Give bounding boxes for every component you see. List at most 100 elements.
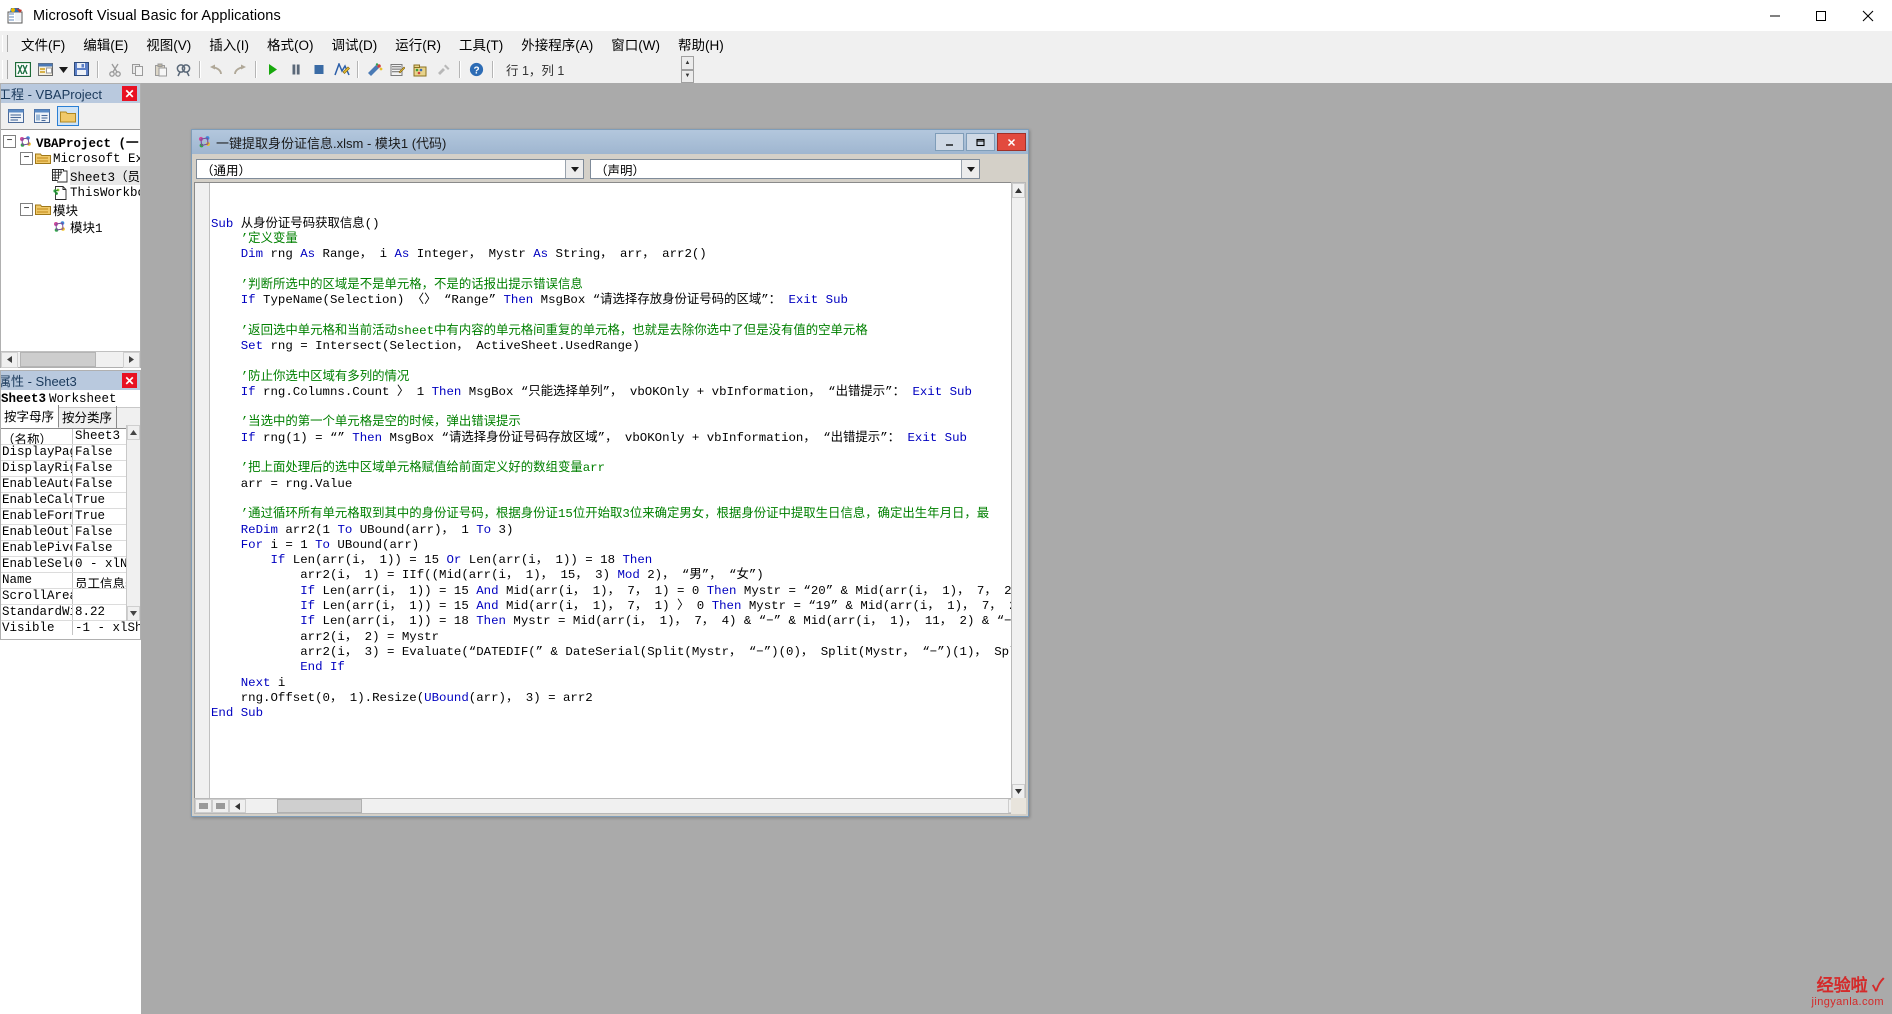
code-vertical-scrollbar[interactable] [1011,182,1026,800]
tree-item[interactable]: − Microsoft Exc [1,150,140,167]
paste-icon[interactable] [149,59,172,81]
save-icon[interactable] [70,59,93,81]
chevron-down-icon[interactable] [961,160,979,178]
property-row[interactable]: EnableCalcuTrue [1,493,140,509]
menu-format[interactable]: 格式(O) [258,32,323,56]
properties-vertical-scrollbar[interactable] [126,425,140,621]
menu-window[interactable]: 窗口(W) [602,32,669,56]
tab-alphabetic[interactable]: 按字母序 [1,405,60,428]
menubar-grip[interactable] [2,35,8,52]
cut-icon[interactable] [103,59,126,81]
code-minimize-button[interactable] [935,133,964,151]
tree-item[interactable]: − 模块 [1,201,140,219]
code-horizontal-scrollbar[interactable] [194,798,1026,814]
split-view-icon[interactable] [195,799,212,813]
scroll-down-arrow-icon[interactable] [1012,784,1025,799]
copy-icon[interactable] [126,59,149,81]
property-row[interactable]: DisplayPageBFalse [1,445,140,461]
project-panel-titlebar[interactable]: 工程 - VBAProject ✕ [1,84,140,103]
view-excel-icon[interactable] [11,59,34,81]
menu-edit[interactable]: 编辑(E) [74,32,137,56]
full-module-view-icon[interactable] [212,799,229,813]
property-row[interactable]: EnableSelec0 - xlNoRe [1,557,140,573]
hscroll-track[interactable] [246,799,1008,813]
property-row[interactable]: EnableOutliFalse [1,525,140,541]
procedure-combo[interactable]: （声明） [590,159,980,179]
property-row[interactable]: StandardWid8.22 [1,605,140,621]
maximize-button[interactable] [1798,0,1844,31]
tab-categorized[interactable]: 按分类序 [59,406,118,428]
design-mode-icon[interactable] [330,59,353,81]
tree-item[interactable]: ThisWorkbo [1,184,140,201]
properties-scroll-down-icon[interactable] [127,606,140,621]
property-row[interactable]: EnableFormzTrue [1,509,140,525]
code-text[interactable]: Sub 从身份证号码获取信息() ’定义变量 Dim rng As Range，… [211,186,1025,721]
properties-panel-titlebar[interactable]: 属性 - Sheet3 ✕ [1,371,140,390]
code-window-resize-grip[interactable] [1011,798,1026,814]
help-icon[interactable]: ? [465,59,488,81]
tree-expander-icon[interactable]: − [3,135,16,148]
menu-addins[interactable]: 外接程序(A) [512,32,602,56]
code-editor-area[interactable]: Sub 从身份证号码获取信息() ’定义变量 Dim rng As Range，… [194,182,1026,800]
stop-icon[interactable] [307,59,330,81]
code-close-button[interactable] [997,133,1026,151]
properties-window-icon[interactable] [386,59,409,81]
property-row[interactable]: EnablePivotFalse [1,541,140,557]
property-row[interactable]: ScrollArea [1,589,140,605]
scroll-up-arrow-icon[interactable] [1012,183,1025,198]
menu-file[interactable]: 文件(F) [12,32,74,56]
tree-item[interactable]: 模块1 [1,218,140,236]
property-row[interactable]: Visible-1 - xlShe [1,621,140,635]
property-row[interactable]: DisplayRightFalse [1,461,140,477]
toolbox-icon[interactable] [432,59,455,81]
tree-item[interactable]: − VBAProject (一 [1,133,140,151]
chevron-down-icon[interactable] [565,160,583,178]
property-row[interactable]: Name 员工信息表 [1,573,140,589]
property-row[interactable]: EnableAutoFFalse [1,477,140,493]
code-window-titlebar[interactable]: 一键提取身份证信息.xlsm - 模块1 (代码) [192,130,1028,154]
insert-userform-icon[interactable] [34,59,57,81]
hscroll-left-arrow-icon[interactable] [229,799,246,813]
tree-expander-icon[interactable]: − [20,203,33,216]
close-icon[interactable]: ✕ [122,86,137,101]
minimize-button[interactable] [1752,0,1798,31]
project-explorer-icon[interactable] [363,59,386,81]
view-object-icon[interactable] [31,106,53,126]
view-code-icon[interactable] [5,106,27,126]
pause-icon[interactable] [284,59,307,81]
menu-help[interactable]: 帮助(H) [669,32,733,56]
find-icon[interactable] [172,59,195,81]
toolbar-overflow-spinner[interactable]: ▲ ▼ [681,56,694,83]
code-maximize-button[interactable] [966,133,995,151]
tree-expander-icon[interactable]: − [20,152,33,165]
properties-list[interactable]: （名称）Sheet3DisplayPageBFalseDisplayRightF… [1,429,140,635]
property-row[interactable]: （名称） Sheet3 [1,429,140,445]
property-value[interactable]: -1 - xlShe [73,621,140,635]
code-line: End If [300,660,345,675]
properties-scroll-up-icon[interactable] [127,425,140,440]
toggle-folders-icon[interactable] [57,106,79,126]
insert-dropdown-arrow-icon[interactable] [57,59,70,81]
menu-run[interactable]: 运行(R) [386,32,450,56]
undo-icon[interactable] [205,59,228,81]
close-icon[interactable]: ✕ [122,373,137,388]
object-browser-icon[interactable] [409,59,432,81]
project-hscroll-thumb[interactable] [20,352,96,367]
toolbar-grip[interactable] [2,60,8,79]
menu-tools[interactable]: 工具(T) [450,32,512,56]
toolbar-spin-up[interactable]: ▲ [681,56,694,70]
menu-view[interactable]: 视图(V) [137,32,200,56]
hscroll-thumb[interactable] [277,799,362,813]
tree-item[interactable]: Sheet3（员 [1,166,140,185]
project-scroll-left-icon[interactable] [1,351,18,368]
run-icon[interactable] [261,59,284,81]
project-tree[interactable]: −VBAProject (一−Microsoft ExcSheet3（员This… [1,130,140,333]
menu-insert[interactable]: 插入(I) [200,32,258,56]
redo-icon[interactable] [228,59,251,81]
toolbar-spin-down[interactable]: ▼ [681,69,694,83]
menu-debug[interactable]: 调试(D) [323,32,387,56]
close-button[interactable] [1844,0,1892,31]
project-scroll-right-icon[interactable] [123,351,140,368]
object-combo[interactable]: （通用） [196,159,584,179]
project-horizontal-scrollbar[interactable] [1,351,140,368]
